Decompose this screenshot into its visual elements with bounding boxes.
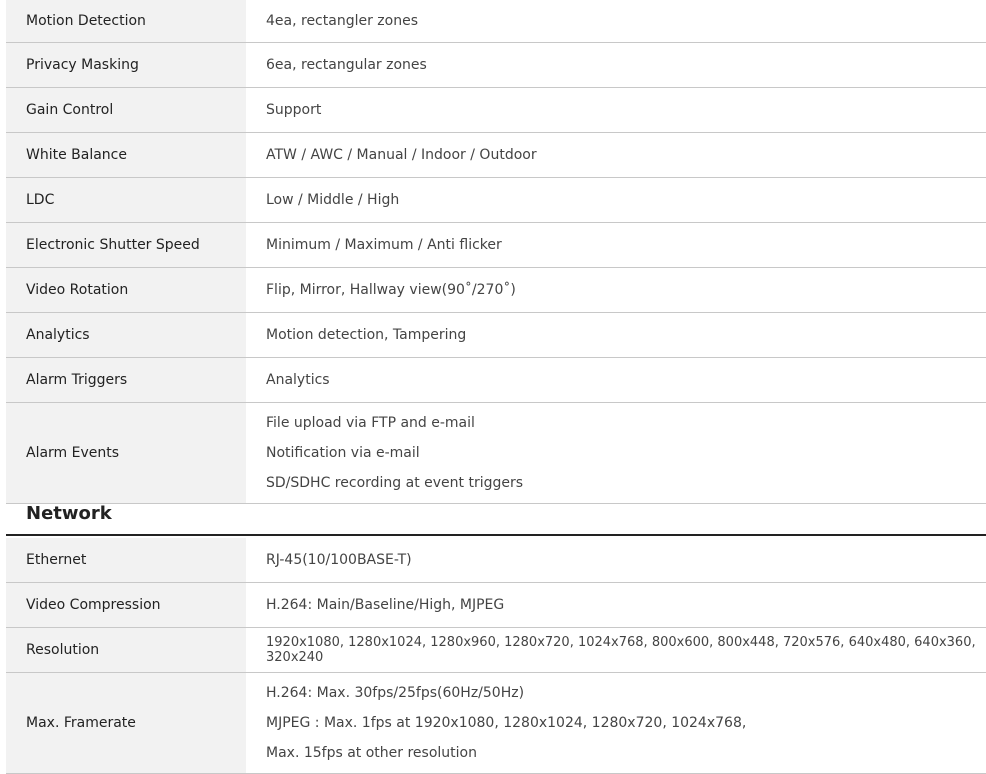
spec-label: Motion Detection (6, 0, 246, 42)
spec-value: H.264: Main/Baseline/High, MJPEG (266, 597, 505, 613)
spec-value: 4ea, rectangler zones (266, 13, 418, 29)
spec-row-alarm-events: Alarm Events File upload via FTP and e-m… (6, 403, 986, 504)
spec-label: Alarm Triggers (6, 358, 246, 402)
spec-label: Alarm Events (6, 403, 246, 503)
spec-value: ATW / AWC / Manual / Indoor / Outdoor (266, 147, 537, 163)
spec-label: LDC (6, 178, 246, 222)
spec-label: Resolution (6, 628, 246, 672)
spec-row-video-rotation: Video Rotation Flip, Mirror, Hallway vie… (6, 268, 986, 313)
spec-row-shutter-speed: Electronic Shutter Speed Minimum / Maxim… (6, 223, 986, 268)
spec-label: Video Rotation (6, 268, 246, 312)
spec-value: Analytics (266, 372, 330, 388)
spec-label: White Balance (6, 133, 246, 177)
spec-value: File upload via FTP and e-mail Notificat… (266, 415, 524, 491)
spec-label: Video Compression (6, 583, 246, 627)
spec-row-video-compression: Video Compression H.264: Main/Baseline/H… (6, 583, 986, 628)
spec-label: Privacy Masking (6, 43, 246, 87)
spec-row-motion-detection: Motion Detection 4ea, rectangler zones (6, 0, 986, 43)
spec-row-analytics: Analytics Motion detection, Tampering (6, 313, 986, 358)
spec-value: Low / Middle / High (266, 192, 400, 208)
spec-value: 6ea, rectangular zones (266, 57, 427, 73)
section-title-network: Network (6, 492, 986, 536)
spec-row-white-balance: White Balance ATW / AWC / Manual / Indoo… (6, 133, 986, 178)
spec-value: Motion detection, Tampering (266, 327, 467, 343)
spec-row-max-framerate: Max. Framerate H.264: Max. 30fps/25fps(6… (6, 673, 986, 774)
spec-row-privacy-masking: Privacy Masking 6ea, rectangular zones (6, 43, 986, 88)
spec-value: Support (266, 102, 322, 118)
spec-row-alarm-triggers: Alarm Triggers Analytics (6, 358, 986, 403)
spec-value: RJ-45(10/100BASE-T) (266, 552, 412, 568)
spec-label: Electronic Shutter Speed (6, 223, 246, 267)
spec-label: Gain Control (6, 88, 246, 132)
spec-row-resolution: Resolution 1920x1080, 1280x1024, 1280x96… (6, 628, 986, 673)
spec-label: Max. Framerate (6, 673, 246, 773)
spec-value: Flip, Mirror, Hallway view(90˚/270˚) (266, 282, 516, 298)
spec-value: 1920x1080, 1280x1024, 1280x960, 1280x720… (266, 635, 976, 665)
spec-row-gain-control: Gain Control Support (6, 88, 986, 133)
spec-label: Analytics (6, 313, 246, 357)
spec-label: Ethernet (6, 538, 246, 582)
spec-value: Minimum / Maximum / Anti flicker (266, 237, 502, 253)
network-spec-table: Ethernet RJ-45(10/100BASE-T) Video Compr… (6, 538, 986, 774)
video-spec-table: Motion Detection 4ea, rectangler zones P… (6, 0, 986, 504)
spec-row-ethernet: Ethernet RJ-45(10/100BASE-T) (6, 538, 986, 583)
spec-row-ldc: LDC Low / Middle / High (6, 178, 986, 223)
spec-value: H.264: Max. 30fps/25fps(60Hz/50Hz) MJPEG… (266, 685, 747, 761)
